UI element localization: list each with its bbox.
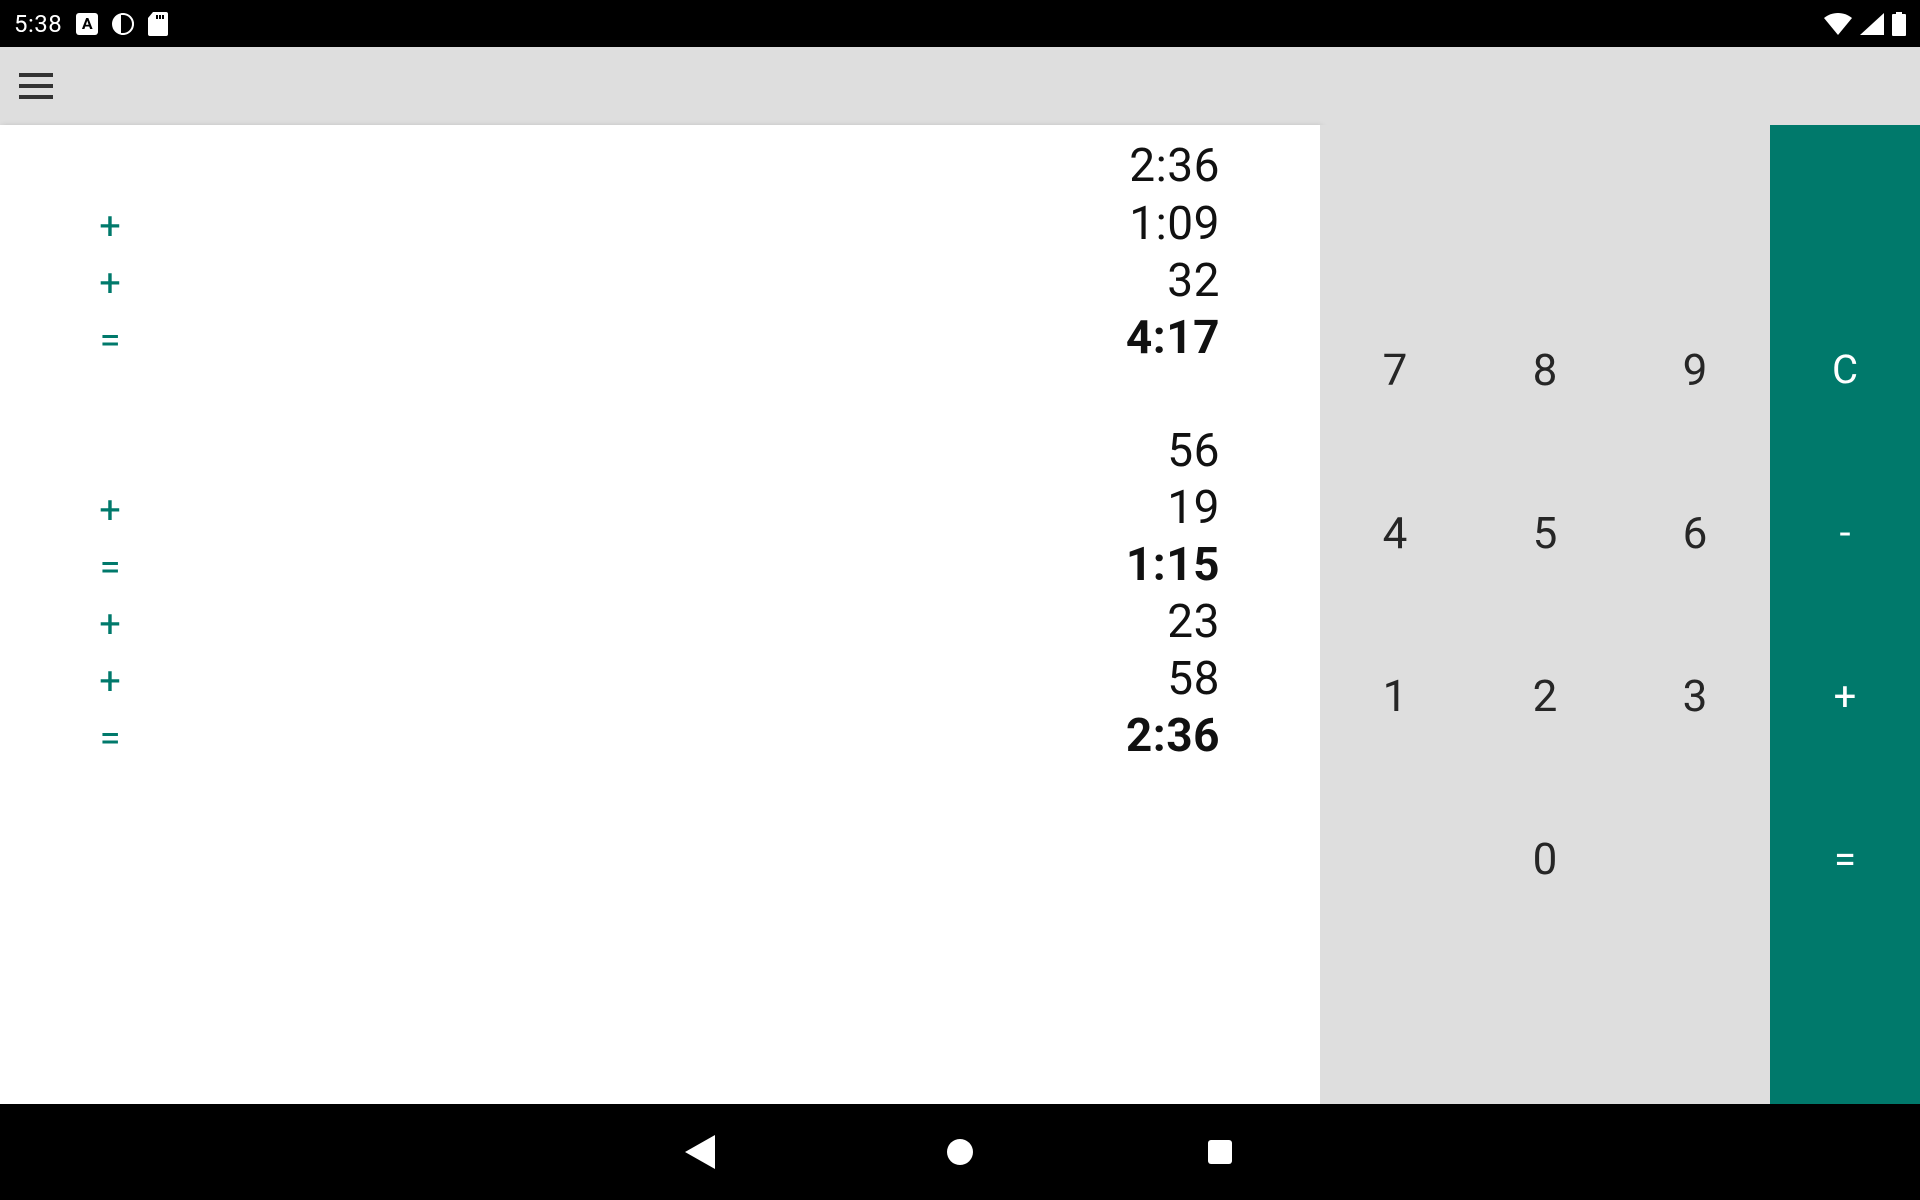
tape-result: 1:15 [1126, 538, 1220, 592]
key-5[interactable]: 5 [1470, 451, 1620, 614]
key-8[interactable]: 8 [1470, 288, 1620, 451]
battery-icon [1892, 12, 1906, 36]
overview-icon [1206, 1138, 1234, 1166]
tape-value: 56 [1167, 424, 1220, 478]
cellular-signal-icon [1860, 13, 1884, 35]
key-1[interactable]: 1 [1320, 615, 1470, 778]
tape-operator: + [90, 603, 130, 647]
hamburger-icon [19, 73, 53, 99]
tape-value: 58 [1167, 652, 1220, 706]
data-saver-icon [112, 13, 134, 35]
toolbar [0, 47, 1920, 125]
nav-back-button[interactable] [680, 1132, 720, 1172]
tape-row: = 2:36 [0, 709, 1320, 766]
tape-result: 2:36 [1126, 709, 1220, 763]
key-clear[interactable]: C [1770, 288, 1920, 451]
tape-value: 23 [1167, 595, 1220, 649]
tape-operator: = [90, 319, 130, 363]
menu-button[interactable] [12, 62, 60, 110]
home-icon [945, 1137, 975, 1167]
key-9[interactable]: 9 [1620, 288, 1770, 451]
number-pad: 7 8 9 4 5 6 1 2 3 0 [1320, 125, 1770, 1104]
keyboard-indicator-icon: A [76, 13, 98, 35]
status-time: 5:38 [14, 10, 62, 38]
operator-pad: C - + = [1770, 125, 1920, 1104]
tape-value: 2:36 [1129, 139, 1220, 193]
key-0[interactable]: 0 [1470, 778, 1620, 941]
wifi-icon [1824, 13, 1852, 35]
tape-row: +1:09 [0, 197, 1320, 254]
tape-row: = 4:17 [0, 311, 1320, 368]
back-icon [685, 1135, 715, 1169]
key-6[interactable]: 6 [1620, 451, 1770, 614]
tape-operator: = [90, 546, 130, 590]
nav-home-button[interactable] [940, 1132, 980, 1172]
tape-row: +23 [0, 595, 1320, 652]
tape-row: +58 [0, 652, 1320, 709]
calculation-tape: 2:36+1:09+32=4:1756+19=1:15+23+58=2:36 [0, 125, 1320, 1104]
key-7[interactable]: 7 [1320, 288, 1470, 451]
tape-value: 32 [1167, 254, 1220, 308]
nav-overview-button[interactable] [1200, 1132, 1240, 1172]
navigation-bar [0, 1104, 1920, 1200]
tape-operator: + [90, 660, 130, 704]
tape-value: 19 [1167, 481, 1220, 535]
key-minus[interactable]: - [1770, 451, 1920, 614]
tape-value: 1:09 [1129, 197, 1220, 251]
tape-operator: = [90, 717, 130, 761]
key-equals[interactable]: = [1770, 778, 1920, 941]
sd-card-icon [148, 12, 168, 36]
tape-gap [0, 368, 1320, 424]
tape-operator: + [90, 262, 130, 306]
calculator-app: 2:36+1:09+32=4:1756+19=1:15+23+58=2:36 7… [0, 47, 1920, 1104]
key-2[interactable]: 2 [1470, 615, 1620, 778]
key-plus[interactable]: + [1770, 615, 1920, 778]
key-4[interactable]: 4 [1320, 451, 1470, 614]
status-bar: 5:38 A [0, 0, 1920, 47]
tape-operator: + [90, 205, 130, 249]
tape-row: = 1:15 [0, 538, 1320, 595]
tape-row: +32 [0, 254, 1320, 311]
tape-result: 4:17 [1126, 311, 1220, 365]
tape-row: 2:36 [0, 131, 1320, 197]
tape-row: +19 [0, 481, 1320, 538]
tape-operator: + [90, 489, 130, 533]
tape-row: 56 [0, 424, 1320, 481]
key-3[interactable]: 3 [1620, 615, 1770, 778]
